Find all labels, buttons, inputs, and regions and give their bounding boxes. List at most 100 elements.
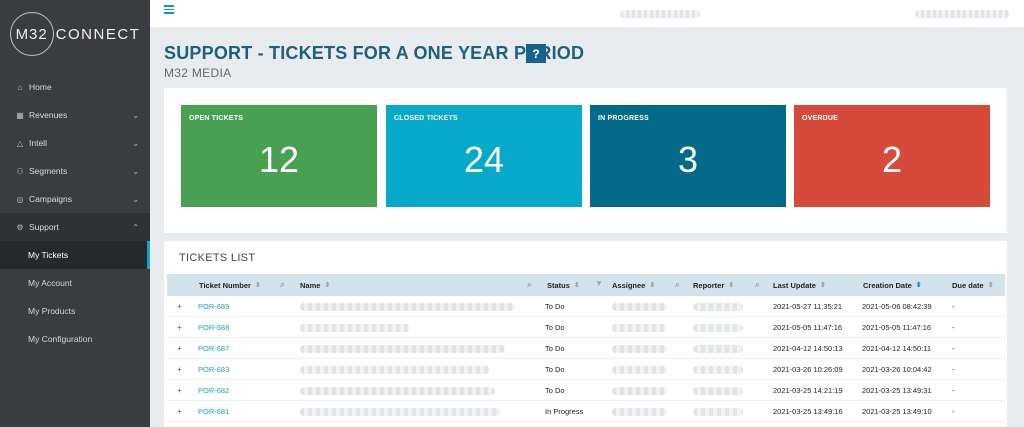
- sort-icon[interactable]: ⬍: [820, 281, 826, 289]
- redacted-text: [693, 344, 743, 353]
- ticket-last-update: 2021-03-25 14:21:19: [773, 386, 843, 395]
- tile-in-progress[interactable]: IN PROGRESS 3: [590, 105, 786, 207]
- ticket-due-date: -: [952, 323, 955, 332]
- ticket-number-link[interactable]: POR-687: [198, 338, 229, 359]
- sort-icon[interactable]: ⬍: [324, 281, 330, 289]
- bar-chart-icon: ▦: [16, 110, 24, 120]
- table-row[interactable]: + POR-683 To Do 2021-03-26 10:26:09 2021-03-…: [167, 359, 1005, 380]
- table-row[interactable]: + POR-687 To Do 2021-04-12 14:50:13 2021-04-…: [167, 338, 1005, 359]
- tile-value: 2: [881, 139, 903, 180]
- table-row[interactable]: + POR-689 To Do 2021-05-27 11:35:21 2021-05-…: [167, 296, 1005, 317]
- expand-row-icon[interactable]: +: [177, 359, 182, 380]
- ticket-assignee: [612, 338, 667, 359]
- ticket-number-link[interactable]: POR-688: [198, 317, 229, 338]
- sidebar-item-support[interactable]: ⚙ Support ⌃: [0, 213, 150, 241]
- top-bar: [150, 0, 1024, 27]
- col-label: Creation Date: [863, 280, 912, 290]
- table-row[interactable]: + POR-688 To Do 2021-05-05 11:47:16 2021-05-…: [167, 317, 1005, 338]
- sidebar-subitem-my-products[interactable]: My Products: [0, 297, 150, 325]
- help-button[interactable]: ?: [526, 44, 546, 63]
- tile-overdue[interactable]: OVERDUE 2: [794, 105, 990, 207]
- ticket-name: [300, 296, 515, 317]
- sidebar: M32 CONNECT ⌂ Home ▦ Revenues ⌄ △ Intell ⌄ ⚇ Segm…: [0, 0, 150, 427]
- expand-row-icon[interactable]: +: [177, 317, 182, 338]
- col-name[interactable]: Name ⬍: [300, 274, 330, 296]
- col-due-date[interactable]: Due date ⬍: [952, 274, 994, 296]
- sidebar-subitem-my-account[interactable]: My Account: [0, 269, 150, 297]
- search-icon[interactable]: ⌕: [280, 279, 285, 290]
- tickets-list-title: TICKETS LIST: [179, 252, 256, 264]
- chevron-down-icon: ⌄: [132, 166, 139, 176]
- tile-closed-tickets[interactable]: CLOSED TICKETS 24: [386, 105, 582, 207]
- sort-icon[interactable]: ⬍: [255, 281, 261, 289]
- menu-toggle-icon[interactable]: [164, 5, 174, 15]
- sort-icon[interactable]: ⬍: [649, 281, 655, 289]
- ticket-reporter: [693, 338, 743, 359]
- ticket-name: [300, 380, 495, 401]
- page-title: SUPPORT - TICKETS FOR A ONE YEAR PERIOD: [164, 43, 585, 63]
- ticket-name: [300, 317, 410, 338]
- search-icon[interactable]: ⌕: [675, 279, 680, 290]
- ticket-number-link[interactable]: POR-681: [198, 401, 229, 422]
- ticket-reporter: [693, 296, 743, 317]
- ticket-status: To Do: [545, 386, 565, 395]
- table-row[interactable]: + POR-681 In Progress 2021-03-25 13:49:16 20…: [167, 401, 1005, 422]
- expand-row-icon[interactable]: +: [177, 380, 182, 401]
- expand-row-icon[interactable]: +: [177, 401, 182, 422]
- filter-icon[interactable]: ▼: [595, 279, 603, 288]
- col-assignee[interactable]: Assignee ⬍: [612, 274, 655, 296]
- expand-row-icon[interactable]: +: [177, 296, 182, 317]
- sidebar-item-label: Revenues: [29, 110, 68, 120]
- ticket-creation-date: 2021-03-25 13:49:10: [862, 407, 932, 416]
- table-row[interactable]: + POR-682 To Do 2021-03-25 14:21:19 2021-03-…: [167, 380, 1005, 401]
- logo[interactable]: M32 CONNECT: [0, 0, 150, 68]
- sidebar-item-label: Campaigns: [29, 194, 72, 204]
- col-reporter[interactable]: Reporter ⬍: [693, 274, 734, 296]
- col-label: Reporter: [693, 280, 725, 290]
- ticket-status: To Do: [545, 365, 565, 374]
- ticket-last-update: 2021-05-05 11:47:16: [773, 323, 843, 332]
- expand-row-icon[interactable]: +: [177, 338, 182, 359]
- sidebar-subitem-my-tickets[interactable]: My Tickets: [0, 241, 150, 269]
- table-body: + POR-689 To Do 2021-05-27 11:35:21 2021-05-…: [167, 296, 1005, 422]
- ticket-number-link[interactable]: POR-689: [198, 296, 229, 317]
- sidebar-item-revenues[interactable]: ▦ Revenues ⌄: [0, 101, 150, 129]
- sidebar-item-segments[interactable]: ⚇ Segments ⌄: [0, 157, 150, 185]
- col-label: Assignee: [612, 280, 646, 290]
- redacted-text: [693, 365, 743, 374]
- col-label: Name: [300, 280, 321, 290]
- redacted-text: [612, 302, 667, 311]
- col-creation-date[interactable]: Creation Date ⬍: [863, 274, 922, 296]
- col-label: Status: [547, 280, 570, 290]
- redacted-text: [300, 365, 490, 374]
- gear-icon: ⚙: [16, 222, 24, 232]
- ticket-number-link[interactable]: POR-682: [198, 380, 229, 401]
- ticket-last-update: 2021-04-12 14:50:13: [773, 344, 843, 353]
- sort-desc-icon[interactable]: ⬍: [916, 281, 922, 289]
- sort-icon[interactable]: ⬍: [988, 281, 994, 289]
- sort-icon[interactable]: ⬍: [728, 281, 734, 289]
- sidebar-subitem-my-configuration[interactable]: My Configuration: [0, 325, 150, 353]
- tile-open-tickets[interactable]: OPEN TICKETS 12: [181, 105, 377, 207]
- ticket-last-update: 2021-03-26 10:26:09: [773, 365, 843, 374]
- ticket-last-update: 2021-05-27 11:35:21: [773, 302, 843, 311]
- ticket-name: [300, 359, 490, 380]
- search-icon[interactable]: ⌕: [755, 279, 760, 290]
- col-status[interactable]: Status ⬍: [547, 274, 580, 296]
- tickets-list-panel: TICKETS LIST Ticket Number ⬍ ⌕ Name ⬍ ⌕ St…: [164, 241, 1007, 427]
- col-ticket-number[interactable]: Ticket Number ⬍: [199, 274, 261, 296]
- page-subtitle: M32 MEDIA: [164, 66, 232, 80]
- search-icon[interactable]: ⌕: [527, 279, 532, 290]
- sidebar-item-home[interactable]: ⌂ Home: [0, 73, 150, 101]
- ticket-assignee: [612, 296, 667, 317]
- ticket-assignee: [612, 317, 667, 338]
- sidebar-item-campaigns[interactable]: ◎ Campaigns ⌄: [0, 185, 150, 213]
- sort-icon[interactable]: ⬍: [574, 281, 580, 289]
- sidebar-item-intell[interactable]: △ Intell ⌄: [0, 129, 150, 157]
- ticket-number-link[interactable]: POR-683: [198, 359, 229, 380]
- redacted-text: [300, 302, 515, 311]
- col-last-update[interactable]: Last Update ⬍: [773, 274, 826, 296]
- ticket-assignee: [612, 359, 667, 380]
- ticket-status: To Do: [545, 302, 565, 311]
- logo-wordmark: CONNECT: [55, 25, 141, 43]
